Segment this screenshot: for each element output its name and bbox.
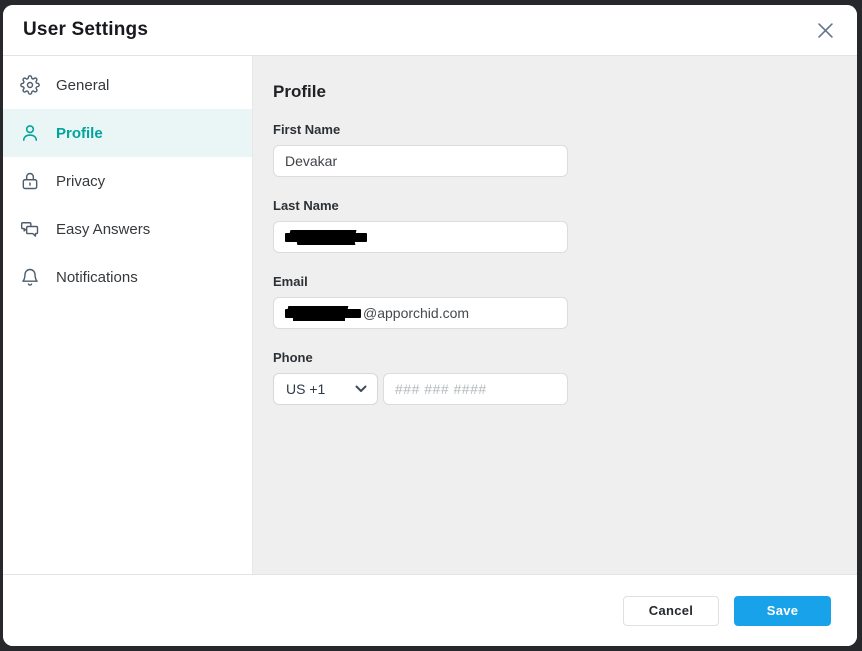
- sidebar-item-privacy[interactable]: Privacy: [3, 157, 252, 205]
- sidebar-item-easy-answers[interactable]: Easy Answers: [3, 205, 252, 253]
- section-heading: Profile: [273, 82, 837, 102]
- last-name-input[interactable]: [273, 221, 568, 253]
- person-icon: [19, 123, 40, 144]
- modal-backdrop: User Settings General: [0, 0, 862, 651]
- first-name-group: First Name: [273, 122, 837, 177]
- sidebar-item-label: Notifications: [56, 269, 138, 286]
- email-domain-text: @apporchid.com: [363, 305, 469, 321]
- chat-bubbles-icon: [19, 219, 40, 240]
- bell-icon: [19, 267, 40, 288]
- phone-group: Phone US +1: [273, 350, 837, 405]
- dialog-footer: Cancel Save: [3, 574, 857, 646]
- close-icon[interactable]: [815, 20, 835, 40]
- sidebar-item-label: General: [56, 77, 109, 94]
- redaction-mark: [285, 233, 367, 242]
- first-name-label: First Name: [273, 122, 837, 137]
- sidebar-item-notifications[interactable]: Notifications: [3, 253, 252, 301]
- lock-icon: [19, 171, 40, 192]
- country-code-value: US +1: [286, 381, 325, 397]
- sidebar-item-label: Privacy: [56, 173, 105, 190]
- settings-sidebar: General Profile: [3, 56, 253, 574]
- sidebar-item-label: Easy Answers: [56, 221, 150, 238]
- dialog-title: User Settings: [23, 19, 148, 41]
- sidebar-item-general[interactable]: General: [3, 61, 252, 109]
- phone-label: Phone: [273, 350, 837, 365]
- last-name-group: Last Name: [273, 198, 837, 253]
- email-group: Email @apporchid.com: [273, 274, 837, 329]
- dialog-body: General Profile: [3, 56, 857, 574]
- save-button[interactable]: Save: [734, 596, 831, 626]
- phone-input[interactable]: [383, 373, 568, 405]
- dialog-header: User Settings: [3, 5, 857, 56]
- country-code-select[interactable]: US +1: [273, 373, 378, 405]
- cancel-button[interactable]: Cancel: [623, 596, 719, 626]
- chevron-down-icon: [355, 385, 367, 393]
- profile-panel: Profile First Name Last Name Email @appo: [253, 56, 857, 574]
- sidebar-item-label: Profile: [56, 125, 103, 142]
- last-name-label: Last Name: [273, 198, 837, 213]
- first-name-input[interactable]: [273, 145, 568, 177]
- sidebar-item-profile[interactable]: Profile: [3, 109, 252, 157]
- gear-icon: [19, 75, 40, 96]
- user-settings-dialog: User Settings General: [3, 5, 857, 646]
- redaction-mark: [285, 309, 361, 318]
- email-label: Email: [273, 274, 837, 289]
- email-input[interactable]: @apporchid.com: [273, 297, 568, 329]
